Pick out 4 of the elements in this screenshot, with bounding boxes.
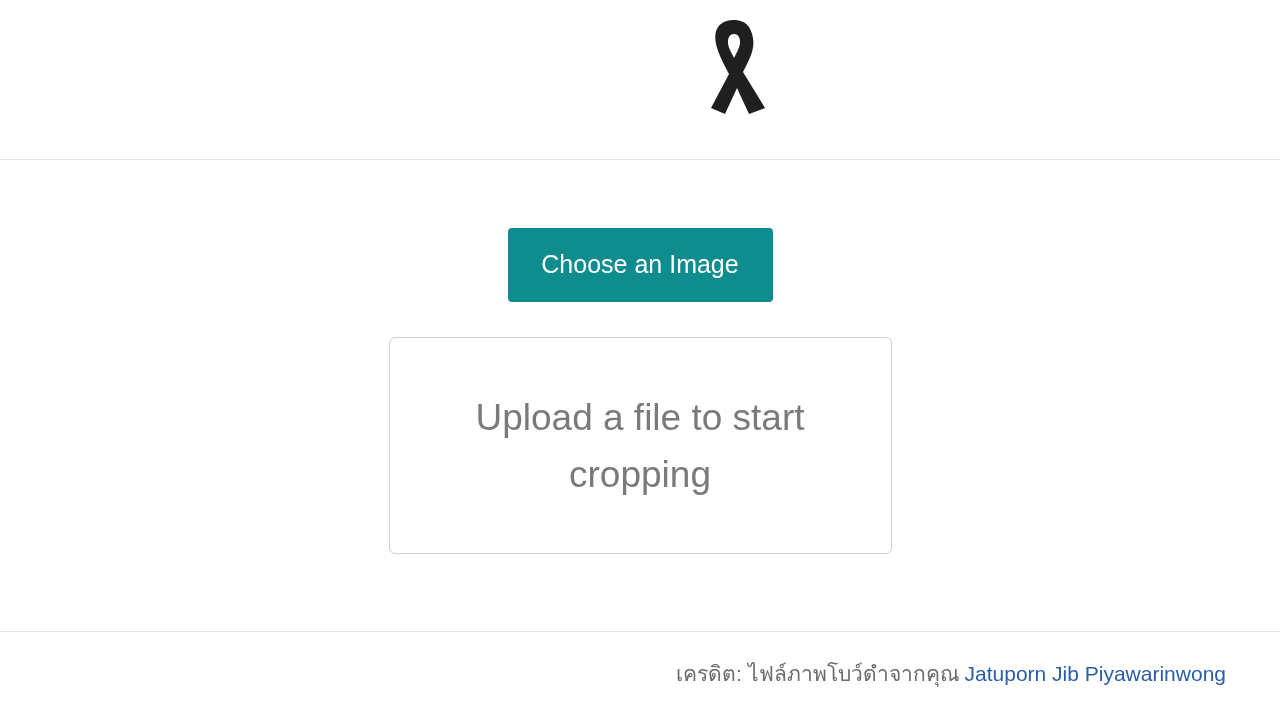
choose-image-button[interactable]: Choose an Image <box>507 228 773 302</box>
credit-text: เครดิต: ไฟล์ภาพโบว์ดำจากคุณ Jatuporn Jib Piyawarinwong <box>676 661 1226 689</box>
credit-link[interactable]: Jatuporn Jib Piyawarinwong <box>964 662 1226 686</box>
upload-prompt: Upload a file to start cropping <box>474 395 806 497</box>
